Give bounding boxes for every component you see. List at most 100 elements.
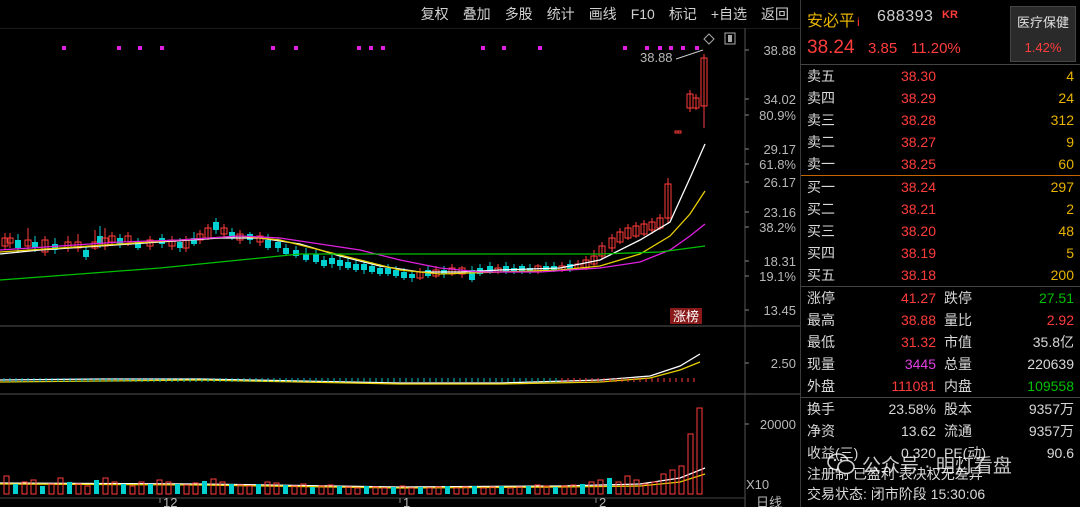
sell-row: 卖二 38.27 9 [807,134,1074,150]
toolbar-draw-line[interactable]: 画线 [582,4,624,24]
volume-bar [237,484,244,495]
price-tick-label: 13.45 [763,303,796,318]
kline-chart[interactable]: 38.88 34.0280.9% 29.1761.8% 26.17 23.1638.2%… [0,28,800,507]
volume-bar [687,433,694,495]
quote-panel: 安必平 i 688393 KR 医疗保健 1.42% 38.24 3.85 11.… [800,0,1080,507]
volume-bar [3,475,10,495]
candle-body [337,260,343,266]
sell-row: 卖一 38.25 60 [807,156,1074,172]
stat-row: 换手 23.58% 股本 9357万 [807,401,1074,417]
candle-body [117,238,123,244]
volume-bar [175,484,180,494]
signal-dot [62,46,66,50]
volume-bar [67,482,72,494]
sector-name: 医疗保健 [1016,15,1069,30]
price-tick-label: 38.88 [763,43,796,58]
sell-row: 卖四 38.29 24 [807,90,1074,106]
volume-bar [229,484,234,494]
toolbar-add-watchlist[interactable]: +自选 [704,4,754,24]
volume-bar [13,484,18,494]
volume-bar [264,481,271,495]
toolbar-mark[interactable]: 标记 [662,4,704,24]
candle-body [401,272,407,278]
volume-bar [291,485,298,495]
signal-dot [695,46,699,50]
candle-body [409,274,415,278]
volume-bar [445,486,450,494]
stat-row: 现量 3445 总量 220639 [807,356,1074,372]
toolbar-back[interactable]: 返回 [754,4,796,24]
candle-body [265,240,271,248]
toolbar-overlay[interactable]: 叠加 [456,4,498,24]
sell-row: 卖三 38.28 312 [807,112,1074,128]
info-mark[interactable]: i [857,15,860,29]
price-axis: 38.88 34.0280.9% 29.1761.8% 26.17 23.1638.2%… [745,43,796,318]
signal-dot [502,46,506,50]
candle-body [83,250,89,257]
volume-bar [426,487,433,495]
candle-body [275,242,281,248]
chart-grid [0,28,800,507]
high-marker-label: 38.88 [640,50,673,65]
ma10-line [0,190,706,275]
volume-bar [391,487,396,494]
date-axis: 12 1 2 [0,495,745,507]
buy-book: 买一 38.24 297 买二 38.21 2 买三 38.20 48 买四 38.19 5 买… [801,176,1080,286]
volume-bar [526,486,531,494]
toolbar-statistics[interactable]: 统计 [540,4,582,24]
price-tick-label: 80.9% [759,108,796,123]
volume-bar [129,485,136,495]
buy-row: 买四 38.19 5 [807,245,1074,261]
volume-bar [183,484,190,495]
pin-icon [703,33,715,45]
candle-body [353,264,359,270]
volume-bar [156,479,163,495]
toolbar-f10[interactable]: F10 [624,6,662,22]
volume-bar [516,486,523,495]
stat-row: 最高 38.88 量比 2.92 [807,312,1074,328]
signal-dot [357,46,361,50]
volume-bar [102,477,109,495]
candle-body [393,270,399,276]
stat-row: 收益(三) 0.320 PE(动) 90.6 [807,445,1074,461]
price-tick-label: 19.1% [759,269,796,284]
stat-row: 涨停 41.27 跌停 27.51 [807,290,1074,306]
volume-bar [84,485,91,495]
stat-row: 净资 13.62 流通 9357万 [807,423,1074,439]
volume-bar [418,487,423,494]
volume-bar [499,486,504,494]
volume-bar [345,486,352,495]
buy-row: 买五 38.18 200 [807,267,1074,283]
volume-bar [210,478,217,495]
indicator-tick-label: 2.50 [771,356,796,371]
date-tick-label: 2 [599,495,606,507]
candle-body [377,268,383,274]
listing-tags: 注册制 已盈利 表决权无差异 [807,466,983,482]
date-tick-label: 12 [163,495,177,507]
volume-bar [337,486,342,494]
signal-dot [117,46,121,50]
signal-dot [271,46,275,50]
toolbar-fuquan[interactable]: 复权 [414,4,456,24]
stat-row: 最低 31.32 市值 35.8亿 [807,334,1074,350]
panel-toggle-icon-bar [728,35,732,42]
volume-bar [615,481,622,495]
volume-bar [246,485,253,495]
indicator-panel: 2.50 [3,356,796,382]
limit-up-tag: 涨榜 [673,309,699,324]
candle-body [177,242,183,248]
volume-bar [381,487,388,495]
quote-line: 38.24 3.85 11.20% [801,34,1080,64]
toolbar-multi-stock[interactable]: 多股 [498,4,540,24]
stock-name[interactable]: 安必平 i [807,7,860,31]
candle-body [329,258,335,264]
candle-body [213,222,219,230]
date-tick-label: 1 [403,495,410,507]
volume-bar [472,486,477,494]
volume-bar [256,484,261,494]
price-tick-label: 23.16 [763,205,796,220]
volume-bar [121,484,126,494]
candle-body [303,254,309,260]
volume-bar [480,487,487,495]
signal-dot [623,46,627,50]
